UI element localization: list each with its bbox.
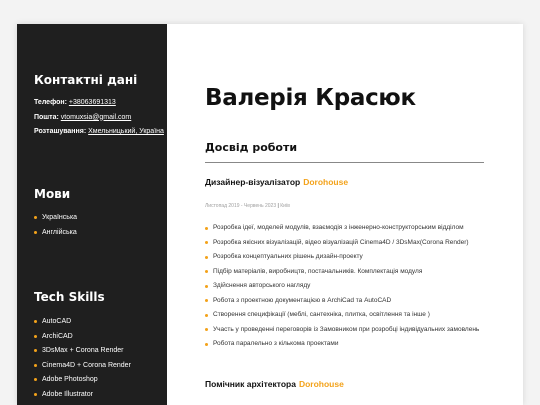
meta-separator: | <box>277 203 279 209</box>
job-meta: Листопад 2019 - Червень 2023 | Київ <box>205 203 290 209</box>
bullet-icon <box>34 363 37 367</box>
job-title: Дизайнер-візуалізатор <box>205 177 301 187</box>
bullet-icon <box>34 230 37 234</box>
languages-section: Мови Українська Англійська <box>34 187 161 240</box>
bullet-icon <box>34 320 37 323</box>
list-item: Робота з проектною документацією в Archi… <box>205 294 495 309</box>
phone-label: Телефон: <box>34 99 67 106</box>
bullet-icon <box>205 328 208 331</box>
job-period: Листопад 2019 - Червень 2023 <box>205 203 277 209</box>
section-divider <box>205 162 484 163</box>
resume-page: Контактні дані Телефон: +38063691313 Пош… <box>17 24 523 405</box>
list-item: Участь у проведенні переговорів із Замов… <box>205 323 495 338</box>
list-item: Cinema4D + Corona Render <box>34 359 161 374</box>
list-item: Підбір матеріалів, виробництв, постачаль… <box>205 265 495 280</box>
bullet-icon <box>34 216 37 219</box>
list-item: Робота паралельно з кількома проектами <box>205 337 495 352</box>
tech-skills-section: Tech Skills AutoCAD ArchiCAD 3DsMax + Co… <box>34 290 161 402</box>
location-label: Розташування: <box>34 128 87 135</box>
bullet-icon <box>205 313 208 317</box>
list-item: Розробка ідеї, моделей модулів, взаємоді… <box>205 221 495 236</box>
duties-list: Розробка ідеї, моделей модулів, взаємоді… <box>205 221 495 352</box>
list-item: Adobe Illustrator <box>34 388 161 403</box>
tech-skills-list: AutoCAD ArchiCAD 3DsMax + Corona Render … <box>34 315 161 402</box>
list-item: Розробка концептуальних рішень дизайн-пр… <box>205 250 495 265</box>
company-name: Dorohouse <box>303 177 349 187</box>
list-item: Українська <box>34 211 161 226</box>
bullet-icon <box>205 342 208 346</box>
contacts-section: Контактні дані Телефон: +38063691313 Пош… <box>34 73 164 140</box>
bullet-icon <box>205 270 208 273</box>
list-item: Розробка якісних візуалізацій, відео віз… <box>205 236 495 251</box>
email-link[interactable]: vtomuxsia@gmail.com <box>61 114 132 121</box>
bullet-icon <box>205 255 208 259</box>
sidebar: Контактні дані Телефон: +38063691313 Пош… <box>17 24 167 405</box>
list-item: Adobe Photoshop <box>34 373 161 388</box>
list-item: 3DsMax + Corona Render <box>34 344 161 359</box>
job-location: Київ <box>280 203 290 209</box>
bullet-icon <box>34 334 37 338</box>
person-name: Валерія Красюк <box>205 85 416 111</box>
bullet-icon <box>205 284 208 288</box>
job-title-row: Дизайнер-візуалізатор Dorohouse <box>205 177 348 187</box>
job-title-row: Помічник архітектора Dorohouse <box>205 379 344 389</box>
bullet-icon <box>34 392 37 396</box>
job-title: Помічник архітектора <box>205 379 296 389</box>
email-label: Пошта: <box>34 113 59 121</box>
main-content: Валерія Красюк Досвід роботи Дизайнер-ві… <box>205 24 523 405</box>
bullet-icon <box>205 299 208 302</box>
company-name: Dorohouse <box>298 379 344 389</box>
languages-heading: Мови <box>34 187 71 201</box>
list-item: Створення специфікації (меблі, сантехнік… <box>205 308 495 323</box>
bullet-icon <box>34 378 37 381</box>
list-item: Здійснення авторського нагляду <box>205 279 495 294</box>
bullet-icon <box>34 349 37 352</box>
phone-link[interactable]: +38063691313 <box>69 99 116 106</box>
list-item: ArchiCAD <box>34 330 161 345</box>
languages-list: Українська Англійська <box>34 211 161 240</box>
contact-location: Розташування: Хмельницький, Україна <box>34 125 164 140</box>
experience-heading: Досвід роботи <box>205 141 298 154</box>
list-item: AutoCAD <box>34 315 161 330</box>
bullet-icon <box>205 241 208 244</box>
tech-skills-heading: Tech Skills <box>34 290 105 304</box>
bullet-icon <box>205 226 208 230</box>
contact-phone: Телефон: +38063691313 <box>34 96 161 111</box>
list-item: Англійська <box>34 226 161 241</box>
contact-email: Пошта: vtomuxsia@gmail.com <box>34 111 161 126</box>
contacts-heading: Контактні дані <box>34 73 138 87</box>
location-link[interactable]: Хмельницький, Україна <box>88 128 164 135</box>
